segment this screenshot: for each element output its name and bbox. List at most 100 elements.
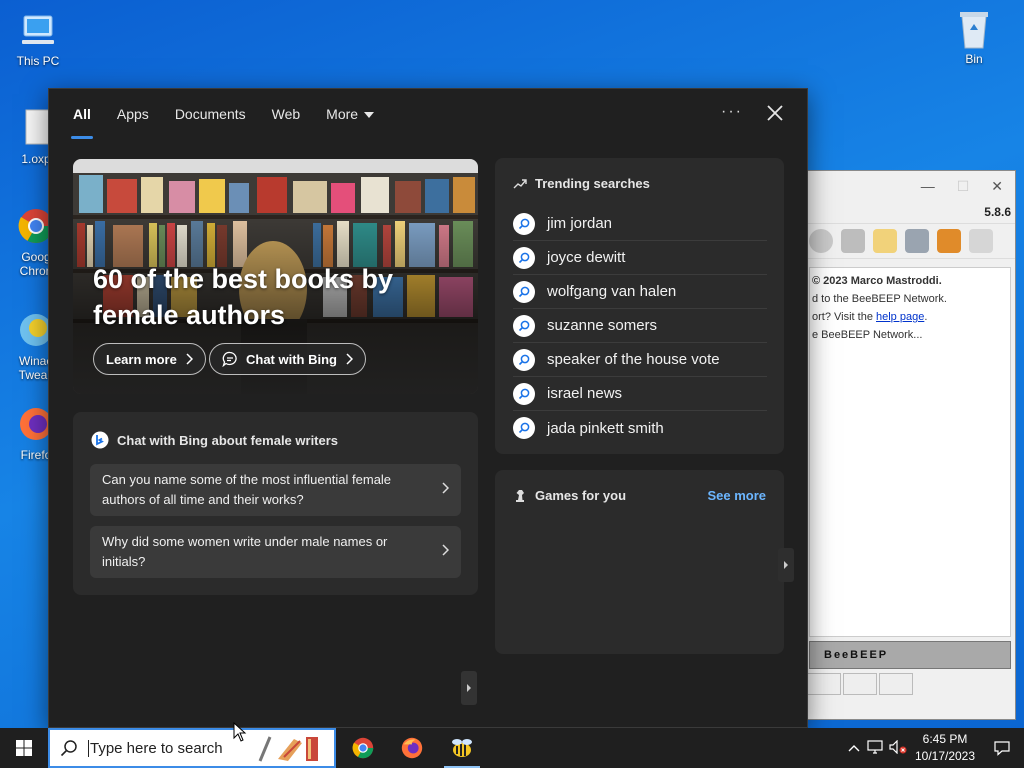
search-icon bbox=[513, 212, 535, 235]
bottom-button[interactable] bbox=[843, 673, 877, 695]
trending-item[interactable]: israel news bbox=[513, 377, 767, 411]
mouse-cursor-icon bbox=[233, 722, 247, 742]
download-icon[interactable] bbox=[937, 229, 961, 253]
log-text: . bbox=[924, 311, 928, 323]
search-icon bbox=[513, 417, 535, 439]
bing-chat-icon bbox=[91, 431, 109, 449]
toolbar-button[interactable] bbox=[809, 229, 833, 253]
start-button[interactable] bbox=[0, 728, 48, 768]
log-line: e BeeBEEP Network... bbox=[812, 329, 923, 341]
search-icon bbox=[513, 382, 535, 405]
chrome-icon bbox=[352, 737, 374, 759]
chat-with-bing-button[interactable]: Chat with Bing bbox=[209, 343, 366, 375]
tab-apps[interactable]: Apps bbox=[117, 89, 149, 139]
clock-date: 10/17/2023 bbox=[914, 749, 976, 763]
trending-item-label: joyce dewitt bbox=[547, 249, 626, 266]
chat-bubble-icon bbox=[222, 351, 237, 367]
trending-item[interactable]: wolfgang van halen bbox=[513, 275, 767, 309]
beebeep-banner: BeeBEEP bbox=[809, 641, 1011, 669]
chat-question-2[interactable]: Why did some women write under male name… bbox=[90, 526, 461, 578]
version-label: 5.8.6 bbox=[984, 205, 1011, 219]
minimize-icon[interactable]: — bbox=[921, 178, 935, 194]
search-icon bbox=[513, 280, 535, 303]
trending-item-label: speaker of the house vote bbox=[547, 351, 720, 368]
tools-icon[interactable] bbox=[905, 229, 929, 253]
chat-with-bing-card: Chat with Bing about female writers Can … bbox=[73, 412, 478, 595]
trending-item-label: wolfgang van halen bbox=[547, 283, 677, 300]
bottom-button[interactable] bbox=[879, 673, 913, 695]
chevron-right-icon bbox=[442, 544, 449, 556]
hero-card[interactable]: 60 of the best books by female authors L… bbox=[73, 159, 478, 394]
desktop-icon-label: This PC bbox=[16, 54, 60, 68]
firefox-icon bbox=[401, 737, 423, 759]
trending-list: jim jordan joyce dewitt wolfgang van hal… bbox=[513, 207, 767, 445]
chevron-right-icon bbox=[442, 482, 449, 494]
chat-log: © 2023 Marco Mastroddi. d to the BeeBEEP… bbox=[809, 267, 1011, 637]
desktop-icon-this-pc[interactable]: This PC bbox=[6, 10, 70, 68]
log-text: ort? Visit the bbox=[812, 311, 876, 323]
hero-title[interactable]: 60 of the best books by female authors bbox=[93, 261, 423, 333]
scroll-right-button[interactable] bbox=[461, 671, 477, 705]
tab-more[interactable]: More bbox=[326, 89, 375, 139]
trending-item[interactable]: speaker of the house vote bbox=[513, 343, 767, 377]
ellipsis-icon[interactable]: ··· bbox=[721, 103, 743, 121]
search-panel: All Apps Documents Web More ··· 60 of th… bbox=[48, 88, 808, 728]
windows-logo-icon bbox=[16, 740, 32, 756]
this-pc-icon bbox=[18, 10, 58, 50]
close-button[interactable] bbox=[763, 101, 787, 125]
tab-documents[interactable]: Documents bbox=[175, 89, 246, 139]
games-card: Games for you See more bbox=[495, 470, 794, 654]
games-heading: Games for you bbox=[513, 488, 626, 503]
tab-more-label: More bbox=[326, 106, 359, 122]
bottom-buttons bbox=[807, 673, 1015, 695]
search-tabs: All Apps Documents Web More ··· bbox=[49, 89, 807, 139]
tab-all[interactable]: All bbox=[71, 89, 93, 139]
search-highlight-books-icon bbox=[258, 736, 318, 762]
chess-piece-icon bbox=[516, 489, 524, 502]
bottom-button[interactable] bbox=[807, 673, 841, 695]
trending-item[interactable]: suzanne somers bbox=[513, 309, 767, 343]
trending-item[interactable]: jada pinkett smith bbox=[513, 411, 767, 445]
trending-title: Trending searches bbox=[535, 176, 650, 191]
desktop-icon-recycle-bin[interactable]: Bin bbox=[942, 8, 1006, 66]
trash-icon[interactable] bbox=[969, 229, 993, 253]
caret-right-icon bbox=[784, 561, 788, 569]
toolbar-button[interactable] bbox=[841, 229, 865, 253]
learn-more-button[interactable]: Learn more bbox=[93, 343, 206, 375]
clock-time: 6:45 PM bbox=[922, 732, 968, 746]
desktop-icon-label: Bin bbox=[965, 52, 983, 66]
taskbar-clock[interactable]: 6:45 PM 10/17/2023 bbox=[910, 731, 980, 765]
chevron-right-icon bbox=[186, 353, 193, 365]
help-link[interactable]: help page bbox=[876, 311, 924, 323]
taskbar-chrome[interactable] bbox=[339, 728, 387, 768]
games-title: Games for you bbox=[535, 488, 627, 503]
chevron-up-icon[interactable] bbox=[844, 741, 864, 755]
question-text: Why did some women write under male name… bbox=[102, 534, 388, 569]
volume-muted-icon[interactable] bbox=[886, 739, 910, 757]
close-icon[interactable]: ✕ bbox=[991, 178, 1003, 195]
scroll-right-button[interactable] bbox=[778, 548, 794, 582]
trending-up-icon bbox=[513, 178, 527, 188]
see-more-link[interactable]: See more bbox=[707, 488, 766, 503]
notification-icon[interactable] bbox=[980, 740, 1024, 756]
trending-item[interactable]: jim jordan bbox=[513, 207, 767, 241]
taskbar-beebeep[interactable] bbox=[438, 728, 486, 768]
trending-item-label: israel news bbox=[547, 385, 623, 402]
beebeep-toolbar bbox=[807, 223, 1015, 259]
taskbar-search-box[interactable]: Type here to search bbox=[48, 728, 336, 768]
taskbar: Type here to search 6:45 PM 10/17/2023 bbox=[0, 728, 1024, 768]
chat-question-1[interactable]: Can you name some of the most influentia… bbox=[90, 464, 461, 516]
learn-more-label: Learn more bbox=[106, 351, 177, 367]
log-line: d to the BeeBEEP Network. bbox=[812, 293, 947, 305]
log-line: ort? Visit the help page. bbox=[812, 308, 1008, 326]
taskbar-firefox[interactable] bbox=[388, 728, 436, 768]
chevron-down-icon bbox=[364, 112, 375, 119]
edit-icon[interactable] bbox=[873, 229, 897, 253]
maximize-icon[interactable]: ☐ bbox=[957, 178, 970, 195]
search-icon bbox=[513, 314, 535, 337]
trending-item[interactable]: joyce dewitt bbox=[513, 241, 767, 275]
network-icon[interactable] bbox=[864, 739, 886, 757]
beebeep-window[interactable]: — ☐ ✕ 5.8.6 © 2023 Marco Mastroddi. d to… bbox=[806, 170, 1016, 720]
tab-web[interactable]: Web bbox=[272, 89, 301, 139]
search-input[interactable]: Type here to search bbox=[88, 739, 223, 757]
